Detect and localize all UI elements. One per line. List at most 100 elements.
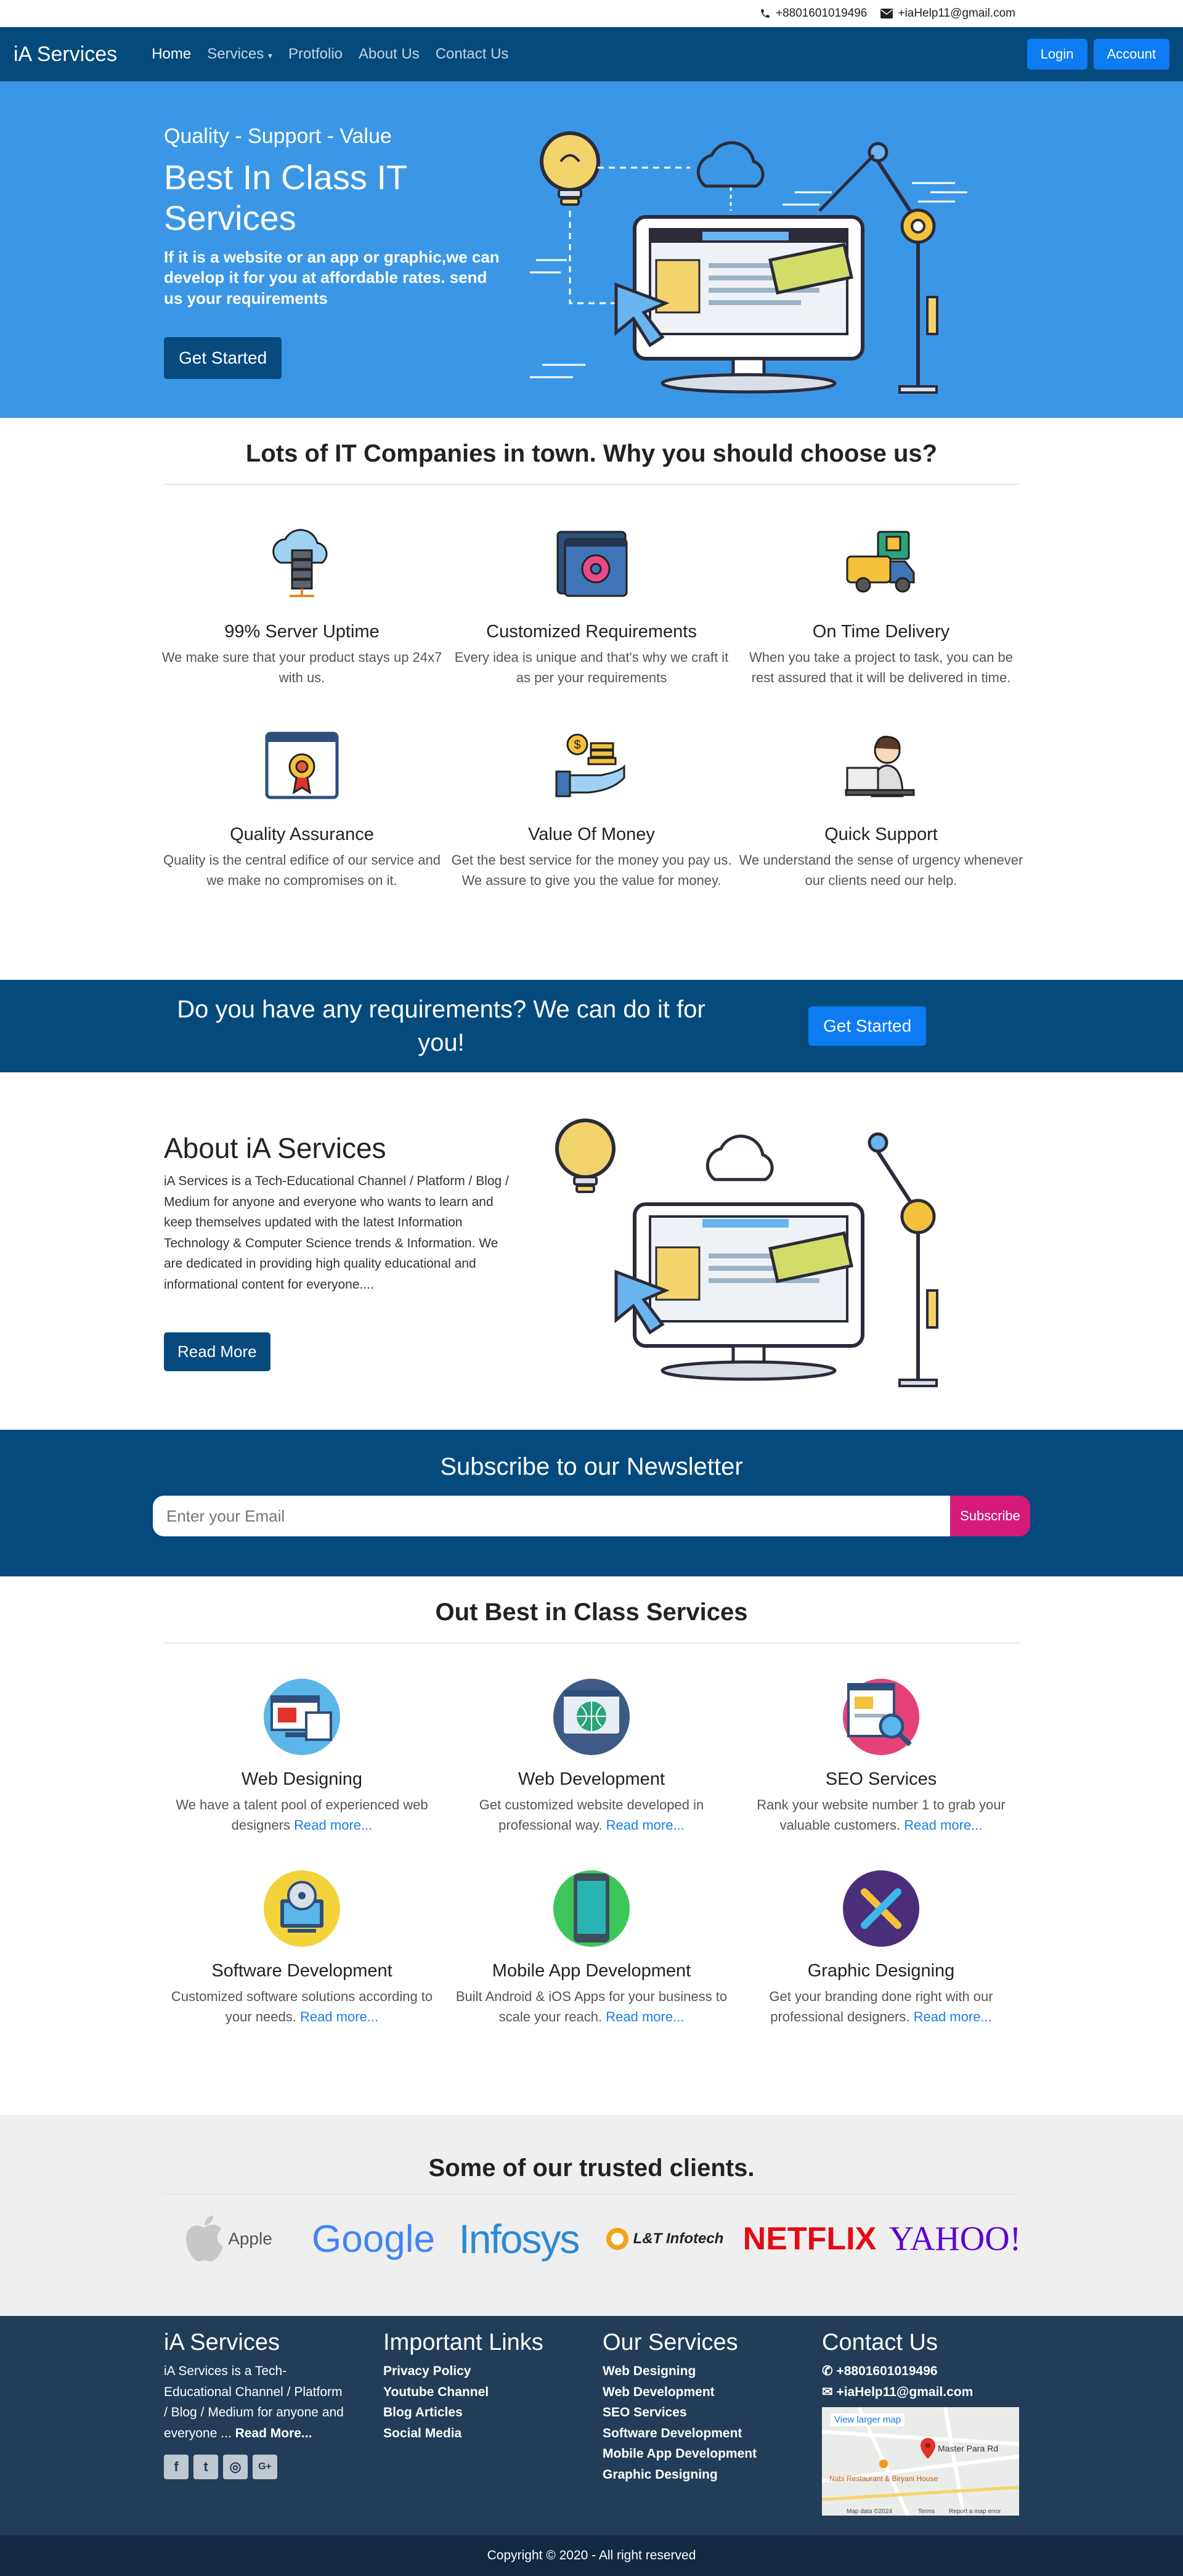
services-grid: Web Designing We have a talent pool of e…: [157, 1644, 1026, 2027]
newsletter-form: Subscribe: [153, 1496, 1030, 1536]
footer-read-more-link[interactable]: Read More...: [235, 2426, 312, 2440]
subscribe-button[interactable]: Subscribe: [950, 1496, 1030, 1536]
footer-service-link[interactable]: Software Development: [603, 2423, 757, 2444]
footer-service-link[interactable]: Web Designing: [603, 2361, 757, 2382]
hero-get-started-button[interactable]: Get Started: [164, 336, 282, 379]
clients-section: Some of our trusted clients. Apple Googl…: [0, 2115, 1183, 2316]
footer-about: iA Services iA Services is a Tech-Educat…: [164, 2329, 349, 2480]
features-grid: 99% Server Uptime We make sure that your…: [157, 485, 1026, 891]
crane-arm-icon: [868, 1132, 938, 1387]
newsletter-section: Subscribe to our Newsletter Subscribe: [0, 1430, 1183, 1576]
service-text: Get your branding done right with our pr…: [736, 1986, 1026, 2027]
nav-portfolio[interactable]: Protfolio: [288, 46, 343, 63]
google-map-embed[interactable]: Master Para Rd Nabi Restaurant & Biryani…: [822, 2407, 1019, 2516]
feature-card: 99% Server Uptime We make sure that your…: [157, 485, 447, 688]
feature-title: Value Of Money: [528, 825, 655, 844]
facebook-icon[interactable]: f: [164, 2455, 189, 2480]
feature-title: On Time Delivery: [812, 622, 950, 642]
footer-contact-title: Contact Us: [822, 2329, 938, 2355]
feature-title: Customized Requirements: [486, 622, 697, 642]
read-more-link[interactable]: Read more...: [606, 1817, 685, 1833]
service-text: Customized software solutions according …: [157, 1986, 447, 2027]
hero-description: If it is a website or an app or graphic,…: [164, 248, 500, 308]
caret-down-icon: ▾: [267, 51, 272, 60]
footer-link[interactable]: Youtube Channel: [383, 2382, 543, 2403]
cta-get-started-button[interactable]: Get Started: [808, 1006, 927, 1046]
infosys-wordmark: Infosys: [458, 2216, 580, 2262]
read-more-link[interactable]: Read more...: [904, 1817, 982, 1833]
map-terms[interactable]: Terms: [918, 2508, 935, 2515]
feature-text: Every idea is unique and that's why we c…: [454, 650, 729, 685]
footer-link[interactable]: Privacy Policy: [383, 2361, 543, 2382]
nav-contact[interactable]: Contact Us: [436, 46, 509, 63]
login-button[interactable]: Login: [1026, 39, 1087, 70]
apple-logo: Apple: [155, 2214, 301, 2264]
apple-wordmark: Apple: [228, 2229, 272, 2248]
footer-links-title: Important Links: [383, 2329, 543, 2355]
service-text: Built Android & iOS Apps for your busine…: [447, 1986, 736, 2027]
web-design-icon: [264, 1679, 340, 1755]
footer-service-link[interactable]: SEO Services: [603, 2402, 757, 2423]
read-more-link[interactable]: Read more...: [294, 1817, 372, 1833]
about-section: About iA Services iA Services is a Tech-…: [0, 1072, 1183, 1430]
netflix-wordmark: NETFLIX: [742, 2221, 877, 2257]
footer-services-title: Our Services: [603, 2329, 738, 2355]
service-card: SEO Services Rank your website number 1 …: [736, 1644, 1026, 1835]
feature-text: When you take a project to task, you can…: [749, 650, 1014, 685]
account-button[interactable]: Account: [1093, 39, 1169, 70]
footer-service-link[interactable]: Mobile App Development: [603, 2444, 757, 2464]
about-text: About iA Services iA Services is a Tech-…: [164, 1131, 509, 1371]
google-plus-icon[interactable]: G+: [253, 2455, 277, 2480]
top-contact-bar: +8801601019496 +iaHelp11@gmail.com: [0, 0, 1183, 27]
read-more-link[interactable]: Read more...: [914, 2009, 992, 2024]
read-more-link[interactable]: Read more...: [300, 2009, 378, 2024]
about-description: iA Services is a Tech-Educational Channe…: [164, 1174, 509, 1292]
map-report[interactable]: Report a map error: [949, 2508, 1001, 2515]
read-more-link[interactable]: Read more...: [606, 2009, 684, 2024]
service-card: Web Development Get customized website d…: [447, 1644, 736, 1835]
feature-text: We understand the sense of urgency whene…: [739, 852, 1023, 888]
feature-title: Quality Assurance: [230, 825, 374, 844]
top-phone-text: +8801601019496: [775, 7, 868, 20]
cloud-server-icon: [272, 529, 328, 597]
brand-logo[interactable]: iA Services: [14, 43, 117, 67]
about-read-more-button[interactable]: Read More: [164, 1332, 270, 1371]
newsletter-email-input[interactable]: [153, 1496, 950, 1536]
cloud-icon: [696, 141, 765, 188]
nav-services-dropdown[interactable]: Services ▾: [207, 46, 272, 63]
footer-service-link[interactable]: Web Development: [603, 2382, 757, 2403]
footer-link[interactable]: Social Media: [383, 2423, 543, 2444]
top-email: +iaHelp11@gmail.com: [880, 7, 1015, 20]
service-title: Web Designing: [241, 1769, 363, 1789]
view-larger-map-link[interactable]: View larger map: [831, 2413, 905, 2427]
twitter-icon[interactable]: t: [193, 2455, 218, 2480]
feature-card: Customized Requirements Every idea is un…: [447, 485, 736, 688]
nav-about[interactable]: About Us: [359, 46, 420, 63]
feature-card: Quick Support We understand the sense of…: [736, 688, 1026, 891]
hero-text: Quality - Support - Value Best In Class …: [164, 124, 509, 379]
google-logo: Google: [301, 2217, 446, 2261]
instagram-icon[interactable]: ◎: [223, 2455, 248, 2480]
money-hand-icon: $: [555, 733, 625, 797]
nav-services-label: Services: [207, 46, 264, 62]
feature-card: On Time Delivery When you take a project…: [736, 485, 1026, 688]
lnt-icon: [606, 2228, 628, 2250]
feature-title: 99% Server Uptime: [224, 622, 380, 642]
footer-link[interactable]: Blog Articles: [383, 2402, 543, 2423]
feature-title: Quick Support: [824, 825, 938, 844]
nav-home[interactable]: Home: [152, 46, 191, 63]
phone-icon: ✆: [822, 2364, 833, 2378]
lightbulb-icon: [540, 131, 600, 206]
hero-section: Quality - Support - Value Best In Class …: [0, 81, 1183, 418]
yahoo-wordmark: YAHOO!: [888, 2220, 1022, 2258]
social-icons: f t ◎ G+: [164, 2455, 349, 2480]
google-wordmark: Google: [312, 2217, 435, 2260]
cta-banner: Do you have any requirements? We can do …: [0, 980, 1183, 1072]
certificate-icon: [265, 732, 339, 799]
hero-illustration: [530, 131, 967, 394]
service-text: Rank your website number 1 to grab your …: [736, 1795, 1026, 1835]
footer-service-link[interactable]: Graphic Designing: [603, 2464, 757, 2485]
cloud-icon: [705, 1135, 774, 1181]
map-credit: Map data ©2024: [847, 2508, 893, 2515]
service-card: Software Development Customized software…: [157, 1835, 447, 2027]
